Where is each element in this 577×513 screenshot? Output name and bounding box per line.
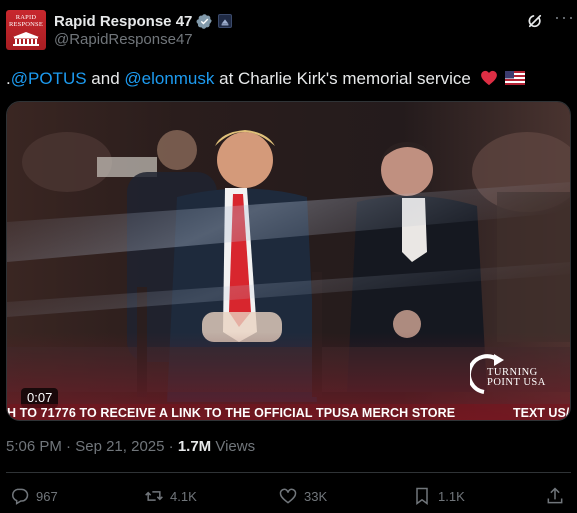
grok-icon[interactable] [526,12,544,30]
tweet-time[interactable]: 5:06 PM [6,438,62,455]
action-bar: 967 4.1K 33K 1.1K [0,484,577,508]
avatar-text-line-1: RAPID [15,14,37,21]
views-count: 1.7M [177,438,212,455]
us-flag-emoji-icon [505,71,526,85]
bookmark-icon [416,487,428,505]
reply-count: 967 [36,488,58,504]
more-icon[interactable]: ··· [554,8,574,28]
reply-icon [12,488,29,505]
bookmark-button[interactable]: 1.1K [412,484,465,508]
tweet-date[interactable]: Sep 21, 2025 [75,438,164,455]
repost-icon [145,491,163,501]
capitol-building-icon [13,32,39,46]
like-count: 33K [304,488,328,504]
share-icon [547,487,563,504]
like-icon [279,488,297,504]
video-player[interactable]: TURNING POINT USA 0:07 H TO 71776 TO REC… [6,101,571,421]
views-label: Views [211,438,256,455]
tweet-header: RAPID RESPONSE Rapid Response 47 @RapidR… [6,8,574,52]
meta-separator-2: · [164,438,178,455]
bookmark-count: 1.1K [438,488,465,504]
reply-button[interactable]: 967 [10,484,58,508]
red-heart-emoji-icon [480,70,497,86]
repost-button[interactable]: 4.1K [144,484,197,508]
tweet-text-mid-1: and [86,69,125,88]
mention-elonmusk-link[interactable]: @elonmusk [124,69,214,88]
meta-separator: · [61,438,76,455]
tweet-text: .@POTUS and @elonmusk at Charlie Kirk's … [6,68,526,90]
share-button[interactable] [545,484,571,508]
handle[interactable]: @RapidResponse47 [54,31,193,48]
eagle-seal-icon [221,19,229,26]
divider [6,472,571,473]
avatar[interactable]: RAPID RESPONSE [6,10,46,50]
repost-count: 4.1K [170,488,197,504]
video-ticker-text-right: TEXT US/ [513,406,570,420]
video-ticker-text: H TO 71776 TO RECEIVE A LINK TO THE OFFI… [7,406,456,420]
mention-potus-link[interactable]: @POTUS [11,69,87,88]
verified-badge-icon[interactable] [196,13,213,30]
affiliate-badge-icon[interactable] [218,14,233,28]
tweet-text-mid-2: at Charlie Kirk's memorial service [214,69,471,88]
avatar-text-line-2: RESPONSE [8,21,44,28]
turning-point-logo-text: TURNING POINT USA [487,367,546,388]
tweet-meta: 5:06 PM · Sep 21, 2025 · 1.7M Views [6,438,255,455]
display-name[interactable]: Rapid Response 47 [54,13,192,30]
like-button[interactable]: 33K [278,484,327,508]
